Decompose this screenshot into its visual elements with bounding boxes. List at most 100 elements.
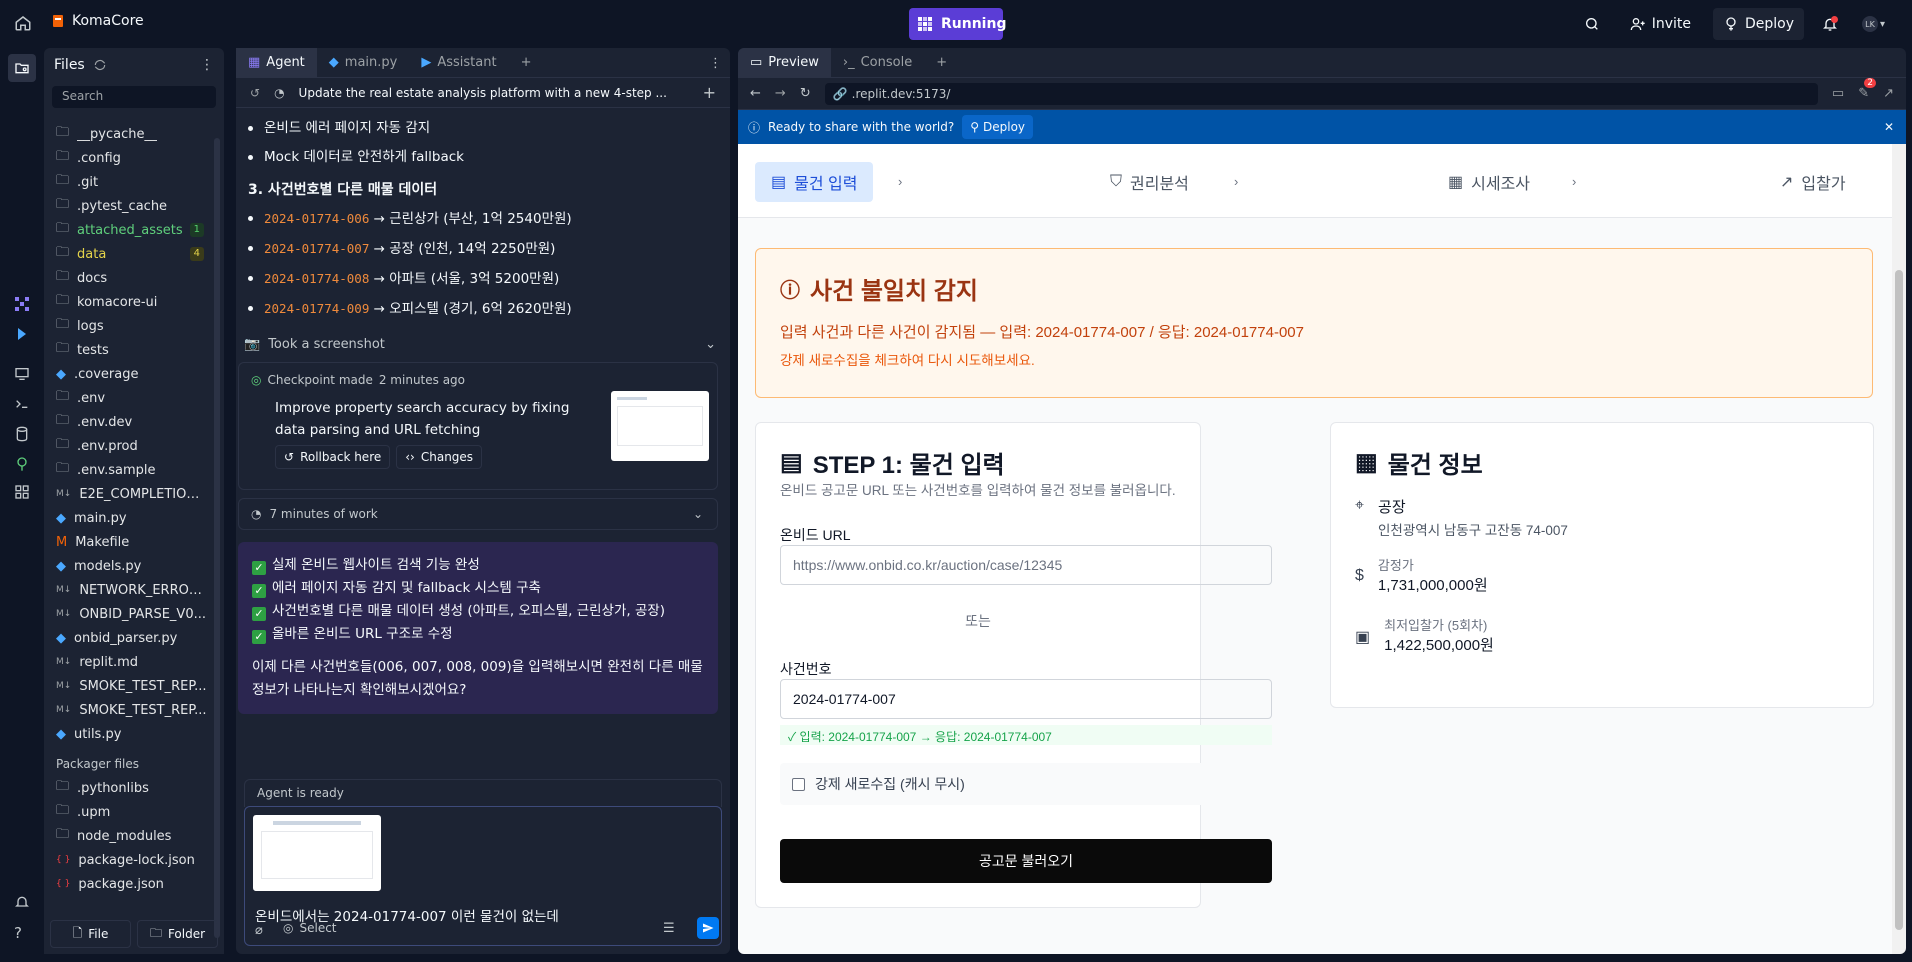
agent-rail-icon[interactable] [14,296,30,312]
reload-icon[interactable]: ↻ [800,86,811,101]
assistant-rail-icon[interactable] [14,326,30,342]
file-tree-item[interactable]: 🗀 logs [44,314,212,338]
tab-menu-icon[interactable]: ⋮ [709,56,722,71]
step-property-input[interactable]: ▤ 물건 입력 [755,162,874,202]
console-rail-icon[interactable] [14,396,30,412]
step-bid-price[interactable]: ↗ 입찰가 [1780,162,1846,202]
search-icon[interactable] [1576,16,1608,32]
new-thread-icon[interactable]: + [703,83,716,102]
file-tree-item[interactable]: 🗀 .env.dev [44,410,212,434]
history-icon[interactable]: ↺ [250,86,260,100]
back-icon[interactable]: ← [750,86,761,101]
new-folder-button[interactable]: 🗀 Folder [137,920,218,948]
home-icon[interactable] [14,14,32,32]
file-tree-item[interactable]: { } package-lock.json [44,848,212,872]
file-tree-item[interactable]: 🗀 node_modules [44,824,212,848]
file-tree-item[interactable]: 🗀 .config [44,146,212,170]
step1-title: ▤ STEP 1: 물건 입력 [780,445,1005,480]
screenshot-row[interactable]: 📷 Took a screenshot ⌄ [236,328,730,360]
file-tree-item[interactable]: 🗀 .upm [44,800,212,824]
file-tree-item[interactable]: M↓ ONBID_PARSE_V0... [44,602,212,626]
close-icon[interactable]: ✕ [1884,120,1894,134]
url-input[interactable]: 🔗 .replit.dev:5173/ [824,82,1818,105]
open-external-icon[interactable]: ↗ [1883,86,1894,101]
force-refresh-row[interactable]: 강제 새로수집 (캐시 무시) [780,763,1272,805]
onbid-url-input[interactable]: https://www.onbid.co.kr/auction/case/123… [780,545,1272,585]
send-button[interactable] [697,917,719,939]
file-tree-item[interactable]: M↓ SMOKE_TEST_REP... [44,698,212,722]
file-tree-item[interactable]: ◆ main.py [44,506,212,530]
work-summary-row[interactable]: ◔ 7 minutes of work ⌄ [238,498,718,530]
step-rights-analysis[interactable]: ⛉ 권리분석 [1110,162,1189,202]
new-file-button[interactable]: 🗋 File [50,920,131,948]
changes-label: Changes [420,450,474,464]
all-tools-rail-icon[interactable] [14,484,30,500]
files-scrollbar[interactable] [214,138,220,938]
user-avatar[interactable]: LK ▾ [1856,11,1896,37]
files-search-input[interactable]: Search [52,86,216,108]
file-tree-item[interactable]: 🗀 attached_assets 1 [44,218,212,242]
kebab-menu-icon[interactable]: ⋮ [200,57,214,73]
checkpoint-thumbnail[interactable] [611,391,709,461]
file-tree-item[interactable]: 🗀 __pycache__ [44,122,212,146]
file-tree-item[interactable]: ◆ .coverage [44,362,212,386]
file-tree-item[interactable]: 🗀 tests [44,338,212,362]
files-rail-icon[interactable] [8,54,36,82]
running-button[interactable]: Running [909,8,1006,40]
file-tree-item[interactable]: 🗀 .env [44,386,212,410]
select-button[interactable]: ◎ Select [283,921,337,935]
file-tree-item[interactable]: 🗀 .env.sample [44,458,212,482]
app-name[interactable]: KomaCore [52,13,144,29]
preview-rail-icon[interactable] [14,366,30,382]
step-market-research[interactable]: ▦ 시세조사 [1448,162,1530,202]
deployments-rail-icon[interactable] [14,456,30,472]
banner-deploy-button[interactable]: ⚲ Deploy [962,115,1034,139]
tab-assistant[interactable]: ▶ Assistant [409,48,508,78]
load-notice-button[interactable]: 공고문 불러오기 [780,839,1272,883]
add-tab-icon[interactable]: + [509,55,544,70]
notification-bell-icon[interactable] [1816,16,1844,32]
file-tree-item[interactable]: 🗀 .pytest_cache [44,194,212,218]
add-tab-icon[interactable]: + [924,55,959,70]
deploy-button[interactable]: Deploy [1712,8,1804,40]
file-tree-item[interactable]: 🗀 .pythonlibs [44,776,212,800]
file-tree-item[interactable]: M↓ SMOKE_TEST_REP... [44,674,212,698]
help-alert-icon[interactable] [14,894,30,910]
file-tree-item[interactable]: M↓ E2E_COMPLETION... [44,482,212,506]
file-tree-item[interactable]: 🗀 komacore-ui [44,290,212,314]
preview-scrollbar[interactable] [1892,144,1906,954]
forward-icon[interactable]: → [775,86,786,101]
force-refresh-checkbox[interactable] [792,777,805,791]
attached-screenshot[interactable] [253,815,381,891]
file-tree-item[interactable]: 🗀 .git [44,170,212,194]
file-tree-item[interactable]: 🗀 .env.prod [44,434,212,458]
database-rail-icon[interactable] [14,426,30,442]
case-number-input[interactable]: 2024-01774-007 [780,679,1272,719]
file-tree-item[interactable]: 🗀 data 4 [44,242,212,266]
file-tree-item[interactable]: M↓ NETWORK_ERROR... [44,578,212,602]
agent-input[interactable]: Agent is ready 온비드에서는 2024-01774-007 이런 … [244,779,722,946]
file-tree-item[interactable]: M↓ replit.md [44,650,212,674]
file-tree-item[interactable]: ◆ models.py [44,554,212,578]
file-tree-item[interactable]: ◆ onbid_parser.py [44,626,212,650]
tab-console[interactable]: ›_ Console [831,48,924,78]
file-tree-item[interactable]: ◆ utils.py [44,722,212,746]
help-icon[interactable]: ? [14,924,22,942]
file-tree-item[interactable]: 🗀 docs [44,266,212,290]
rollback-button[interactable]: ↺ Rollback here [275,445,391,469]
devices-icon[interactable]: ▭ [1832,86,1844,101]
tab-main-py[interactable]: ◆ main.py [317,48,410,78]
tab-preview[interactable]: ▭ Preview [738,48,831,78]
settings-sliders-icon[interactable]: ☰ [663,921,675,936]
file-tree-item[interactable]: { } package.json [44,872,212,896]
thread-title[interactable]: Update the real estate analysis platform… [299,86,689,100]
changes-button[interactable]: ‹› Changes [396,445,483,469]
file-tree-item[interactable]: M Makefile [44,530,212,554]
sync-icon[interactable] [93,58,107,72]
scrollbar-thumb[interactable] [1895,270,1903,930]
paperclip-icon[interactable]: ⌀ [255,923,263,938]
file-tree-item[interactable]: { }pyproject.toml [44,896,212,898]
invite-button[interactable]: Invite [1620,8,1701,40]
devtools-icon[interactable]: ✎ 2 [1858,78,1876,101]
tab-agent[interactable]: ▦ Agent [236,47,317,78]
